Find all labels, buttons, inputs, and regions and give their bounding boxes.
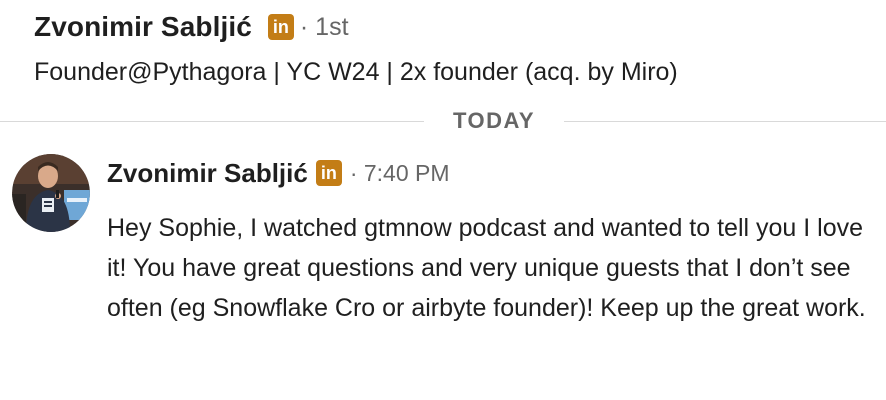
conversation-header: Zvonimir Sabljić in · 1st Founder@Pythag…: [34, 8, 866, 87]
connection-degree: · 1st: [299, 12, 349, 41]
message-body: Hey Sophie, I watched gtmnow podcast and…: [107, 214, 866, 322]
linkedin-premium-icon: in: [315, 160, 342, 186]
message-sender-name[interactable]: Zvonimir Sabljić: [107, 158, 308, 189]
divider-line-right: [564, 121, 886, 122]
conversation-view: Zvonimir Sabljić in · 1st Founder@Pythag…: [0, 0, 886, 400]
date-divider-label: TODAY: [452, 108, 536, 133]
header-name-row: Zvonimir Sabljić in · 1st: [34, 8, 866, 46]
header-profile-name[interactable]: Zvonimir Sabljić: [34, 11, 252, 43]
linkedin-premium-icon: in: [267, 14, 294, 40]
message-timestamp: · 7:40 PM: [349, 159, 450, 186]
message-meta: Zvonimir Sabljić in · 7:40 PM: [107, 150, 866, 196]
message-item: Zvonimir Sabljić in · 7:40 PM Hey Sophie…: [107, 150, 866, 328]
date-divider: TODAY: [0, 106, 886, 136]
profile-photo-icon: [12, 154, 90, 232]
avatar[interactable]: [12, 154, 90, 232]
divider-line-left: [0, 121, 424, 122]
profile-headline: Founder@Pythagora | YC W24 | 2x founder …: [34, 58, 678, 86]
